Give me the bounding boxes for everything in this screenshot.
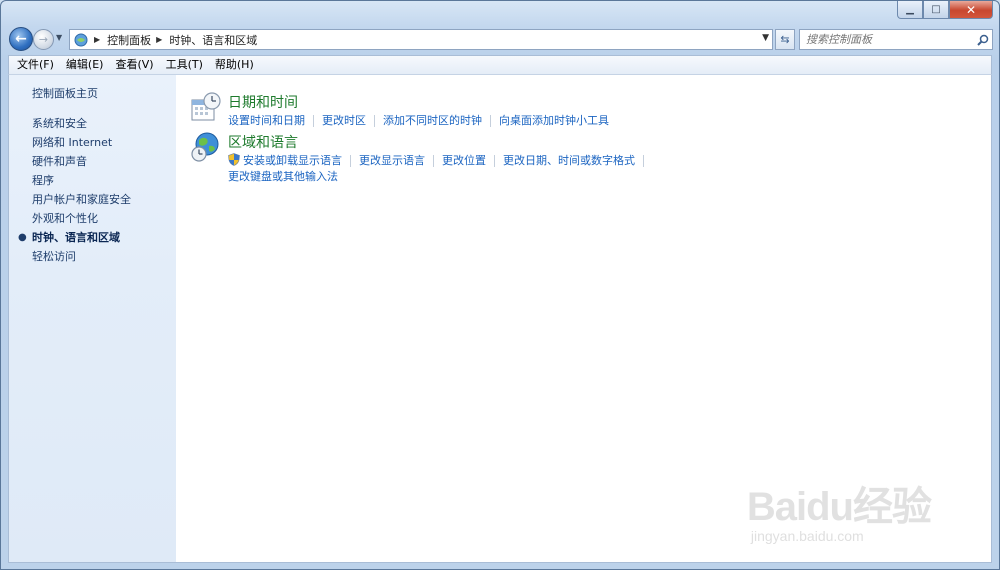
- link-change-display-language[interactable]: 更改显示语言: [359, 153, 425, 169]
- control-panel-icon: [73, 32, 89, 48]
- sidebar-item-appearance[interactable]: 外观和个性化: [32, 209, 176, 228]
- link-divider: [494, 155, 495, 167]
- search-input[interactable]: [800, 30, 974, 49]
- category-links: 安装或卸载显示语言 更改显示语言 更改位置 更改日期、时间或数字格式: [228, 153, 652, 169]
- link-divider: [374, 115, 375, 127]
- baidu-watermark: Baidu经验 jingyan.baidu.com: [746, 474, 932, 544]
- link-divider: [643, 155, 644, 167]
- menu-bar: 文件(F) 编辑(E) 查看(V) 工具(T) 帮助(H): [8, 55, 992, 75]
- maximize-button[interactable]: □: [923, 1, 949, 19]
- menu-view[interactable]: 查看(V): [109, 56, 159, 74]
- arrow-right-icon: →: [38, 33, 49, 46]
- link-change-location[interactable]: 更改位置: [442, 153, 486, 169]
- category-region-language: 区域和语言 安装或卸载显示语言 更改显示语言 更改位置 更改日期、时间或数字格式…: [190, 131, 652, 185]
- sidebar-item-label: 时钟、语言和区域: [32, 231, 120, 244]
- address-bar[interactable]: ▶ 控制面板 ▶ 时钟、语言和区域 ▼: [69, 29, 773, 50]
- calendar-clock-icon[interactable]: [190, 91, 222, 123]
- forward-button[interactable]: →: [33, 29, 54, 50]
- refresh-icon: ⇆: [780, 33, 790, 46]
- watermark-logo-text: Baidu经验: [746, 485, 932, 529]
- breadcrumb-separator[interactable]: ▶: [156, 35, 162, 44]
- control-panel-window: ▁ □ ✕ ← → ▼ ▶ 控制面板 ▶ 时钟、语言和区域 ▼ ⇆ 搜索控制面板…: [0, 0, 1000, 570]
- menu-file[interactable]: 文件(F): [11, 56, 60, 74]
- sidebar-home-link[interactable]: 控制面板主页: [32, 87, 176, 101]
- sidebar-item-clock-language-region[interactable]: ● 时钟、语言和区域: [18, 228, 176, 247]
- sidebar-item-system-security[interactable]: 系统和安全: [32, 114, 176, 133]
- category-date-time: 日期和时间 设置时间和日期 更改时区 添加不同时区的时钟 向桌面添加时钟小工具: [190, 91, 609, 129]
- link-divider: [313, 115, 314, 127]
- globe-clock-icon[interactable]: [190, 131, 222, 163]
- category-body: 区域和语言 安装或卸载显示语言 更改显示语言 更改位置 更改日期、时间或数字格式…: [228, 131, 652, 185]
- breadcrumb-clock-language-region[interactable]: 时钟、语言和区域: [169, 32, 257, 48]
- navigation-bar: ← → ▼ ▶ 控制面板 ▶ 时钟、语言和区域 ▼ ⇆: [9, 27, 993, 53]
- breadcrumb-separator[interactable]: ▶: [94, 35, 100, 44]
- sidebar-item-programs[interactable]: 程序: [32, 171, 176, 190]
- category-links: 设置时间和日期 更改时区 添加不同时区的时钟 向桌面添加时钟小工具: [228, 113, 609, 129]
- link-install-display-language[interactable]: 安装或卸载显示语言: [228, 153, 342, 169]
- address-dropdown-icon[interactable]: ▼: [762, 33, 769, 43]
- link-divider: [350, 155, 351, 167]
- refresh-button[interactable]: ⇆: [775, 29, 795, 50]
- recent-pages-dropdown[interactable]: ▼: [56, 33, 62, 42]
- category-links-row2: 更改键盘或其他输入法: [228, 169, 652, 185]
- content-area: 控制面板主页 系统和安全 网络和 Internet 硬件和声音 程序 用户帐户和…: [8, 75, 992, 563]
- category-title-region-language[interactable]: 区域和语言: [228, 135, 652, 151]
- search-icon[interactable]: [974, 34, 992, 46]
- link-add-clocks[interactable]: 添加不同时区的时钟: [383, 113, 482, 129]
- sidebar: 控制面板主页 系统和安全 网络和 Internet 硬件和声音 程序 用户帐户和…: [9, 75, 176, 562]
- link-set-time-date[interactable]: 设置时间和日期: [228, 113, 305, 129]
- sidebar-item-network-internet[interactable]: 网络和 Internet: [32, 133, 176, 152]
- category-body: 日期和时间 设置时间和日期 更改时区 添加不同时区的时钟 向桌面添加时钟小工具: [228, 91, 609, 129]
- link-divider: [490, 115, 491, 127]
- link-change-time-zone[interactable]: 更改时区: [322, 113, 366, 129]
- link-change-date-time-number-format[interactable]: 更改日期、时间或数字格式: [503, 153, 635, 169]
- minimize-button[interactable]: ▁: [897, 1, 923, 19]
- sidebar-category-list: 系统和安全 网络和 Internet 硬件和声音 程序 用户帐户和家庭安全 外观…: [9, 114, 176, 266]
- sidebar-item-hardware-sound[interactable]: 硬件和声音: [32, 152, 176, 171]
- arrow-left-icon: ←: [15, 31, 27, 47]
- back-button[interactable]: ←: [9, 27, 33, 51]
- active-bullet-icon: ●: [18, 232, 27, 243]
- close-button[interactable]: ✕: [949, 1, 993, 19]
- caption-buttons: ▁ □ ✕: [897, 1, 993, 19]
- sidebar-item-user-accounts[interactable]: 用户帐户和家庭安全: [32, 190, 176, 209]
- link-label: 安装或卸载显示语言: [243, 154, 342, 167]
- category-title-date-time[interactable]: 日期和时间: [228, 95, 609, 111]
- link-add-clock-gadget[interactable]: 向桌面添加时钟小工具: [499, 113, 609, 129]
- sidebar-item-ease-of-access[interactable]: 轻松访问: [32, 247, 176, 266]
- menu-edit[interactable]: 编辑(E): [60, 56, 110, 74]
- search-box[interactable]: [799, 29, 993, 50]
- menu-tools[interactable]: 工具(T): [160, 56, 209, 74]
- menu-help[interactable]: 帮助(H): [209, 56, 260, 74]
- main-panel: 日期和时间 设置时间和日期 更改时区 添加不同时区的时钟 向桌面添加时钟小工具: [176, 75, 991, 562]
- uac-shield-icon: [228, 153, 240, 166]
- breadcrumb-control-panel[interactable]: 控制面板: [107, 32, 151, 48]
- link-divider: [433, 155, 434, 167]
- link-change-keyboard-input[interactable]: 更改键盘或其他输入法: [228, 169, 338, 185]
